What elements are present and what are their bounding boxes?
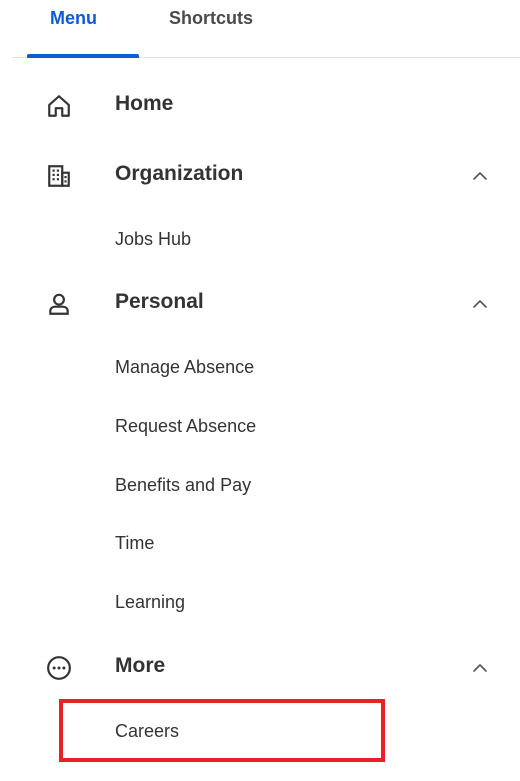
menu-item-request-absence-label: Request Absence (115, 416, 257, 436)
menu-item-learning-label: Learning (115, 592, 186, 612)
chevron-up-icon[interactable] (470, 294, 490, 314)
menu-item-jobs-hub[interactable]: Jobs Hub (0, 220, 520, 260)
menu-tabs: Menu Shortcuts (12, 0, 520, 58)
person-icon (46, 291, 72, 317)
menu-item-careers-label: Careers (115, 721, 180, 741)
menu-item-manage-absence[interactable]: Manage Absence (0, 348, 520, 388)
menu-item-home-label: Home (115, 92, 174, 115)
tab-menu[interactable]: Menu (50, 8, 97, 29)
chevron-up-icon[interactable] (470, 166, 490, 186)
navigation-menu: Menu Shortcuts Home Organization Jobs Hu… (0, 0, 520, 781)
menu-item-benefits-and-pay-label: Benefits and Pay (115, 475, 252, 495)
menu-section-personal-label: Personal (115, 290, 204, 313)
tab-shortcuts[interactable]: Shortcuts (169, 8, 253, 29)
chevron-up-icon[interactable] (470, 658, 490, 678)
menu-item-manage-absence-label: Manage Absence (115, 357, 255, 377)
menu-item-home[interactable]: Home (0, 75, 520, 135)
menu-item-benefits-and-pay[interactable]: Benefits and Pay (0, 466, 520, 506)
menu-section-personal[interactable]: Personal (0, 273, 520, 333)
building-icon (46, 163, 72, 189)
more-icon (46, 655, 72, 681)
home-icon (46, 93, 72, 119)
menu-item-learning[interactable]: Learning (0, 583, 520, 623)
menu-section-organization-label: Organization (115, 162, 244, 185)
active-tab-indicator (27, 54, 139, 58)
menu-section-more-label: More (115, 654, 166, 677)
menu-item-time-label: Time (115, 533, 155, 553)
menu-item-request-absence[interactable]: Request Absence (0, 407, 520, 447)
menu-item-jobs-hub-label: Jobs Hub (115, 229, 192, 249)
menu-section-more[interactable]: More (0, 637, 520, 697)
menu-item-time[interactable]: Time (0, 524, 520, 564)
menu-item-careers[interactable]: Careers (0, 712, 520, 752)
menu-section-organization[interactable]: Organization (0, 145, 520, 205)
